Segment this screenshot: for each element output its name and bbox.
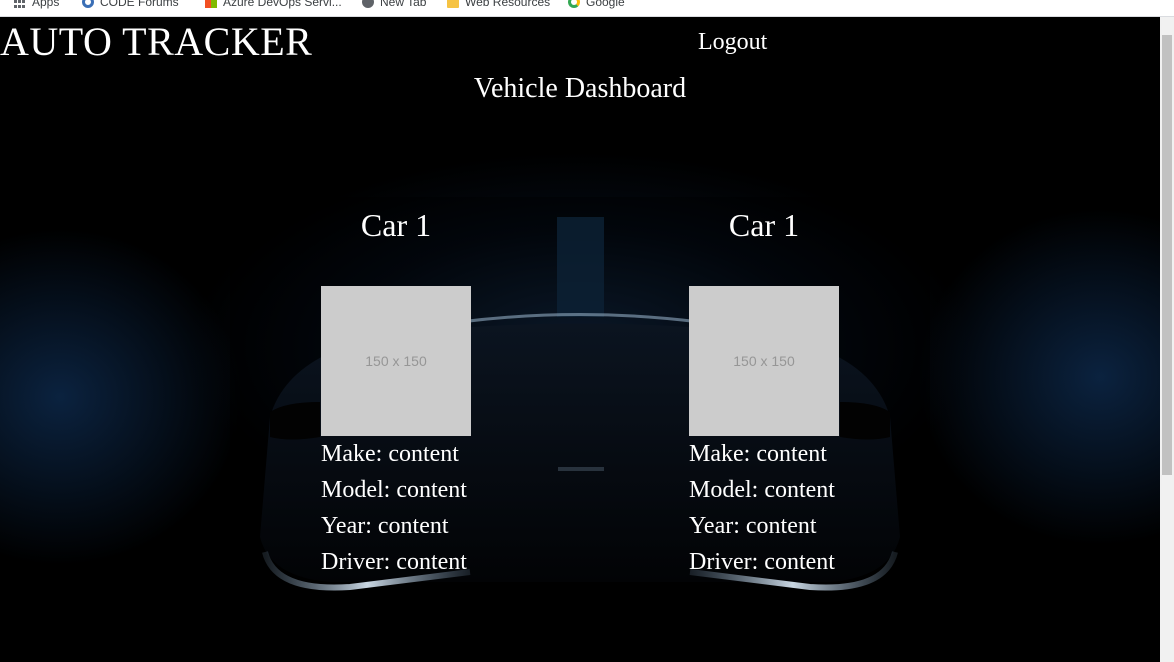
bookmark-label: Google	[586, 0, 625, 9]
placeholder-size-label: 150 x 150	[365, 353, 427, 369]
vehicle-driver: Driver: content	[689, 549, 835, 575]
scrollbar-thumb[interactable]	[1162, 35, 1172, 475]
page-title: Vehicle Dashboard	[473, 73, 687, 104]
vehicle-card: Car 1 150 x 150 Make: content Model: con…	[321, 207, 541, 575]
windows-icon	[205, 0, 217, 8]
bookmark-label: New Tab	[380, 0, 427, 9]
vehicle-make: Make: content	[689, 441, 827, 467]
logout-link[interactable]: Logout	[698, 29, 767, 56]
vehicle-image-placeholder: 150 x 150	[321, 286, 471, 436]
vehicle-image-placeholder: 150 x 150	[689, 286, 839, 436]
bookmark-new-tab[interactable]: New Tab	[362, 0, 426, 11]
placeholder-size-label: 150 x 150	[733, 353, 795, 369]
bookmark-google[interactable]: Google	[568, 0, 625, 11]
vehicle-card-title: Car 1	[360, 207, 432, 243]
vehicle-model: Model: content	[321, 477, 467, 503]
bookmarks-bar: Apps CODE Forums Azure DevOps Servi... N…	[0, 0, 1174, 17]
vehicle-make: Make: content	[321, 441, 459, 467]
vehicle-year: Year: content	[321, 513, 449, 539]
page-scrollbar[interactable]	[1160, 17, 1174, 662]
bookmark-label: CODE Forums	[100, 0, 179, 9]
brand-title: AUTO TRACKER	[0, 19, 313, 64]
vehicle-card-title: Car 1	[728, 207, 800, 243]
globe-icon	[362, 0, 374, 8]
vehicle-details: Make: content Model: content Year: conte…	[321, 436, 467, 580]
vehicle-driver: Driver: content	[321, 549, 467, 575]
bookmark-azure-devops[interactable]: Azure DevOps Servi...	[205, 0, 342, 11]
gear-icon	[82, 0, 94, 8]
bookmark-web-resources[interactable]: Web Resources	[447, 0, 550, 11]
vehicle-details: Make: content Model: content Year: conte…	[689, 436, 835, 580]
bookmark-label: Web Resources	[465, 0, 551, 9]
vehicle-year: Year: content	[689, 513, 817, 539]
dashboard-page: AUTO TRACKER Logout Vehicle Dashboard Ca…	[0, 17, 1160, 662]
bookmark-label: Apps	[32, 0, 60, 9]
vehicle-card: Car 1 150 x 150 Make: content Model: con…	[689, 207, 909, 575]
folder-icon	[447, 0, 459, 8]
apps-grid-icon	[14, 0, 26, 8]
google-icon	[568, 0, 580, 8]
bookmark-code-forums[interactable]: CODE Forums	[82, 0, 179, 11]
bookmark-apps[interactable]: Apps	[14, 0, 59, 11]
bookmark-label: Azure DevOps Servi...	[223, 0, 342, 9]
vehicle-model: Model: content	[689, 477, 835, 503]
